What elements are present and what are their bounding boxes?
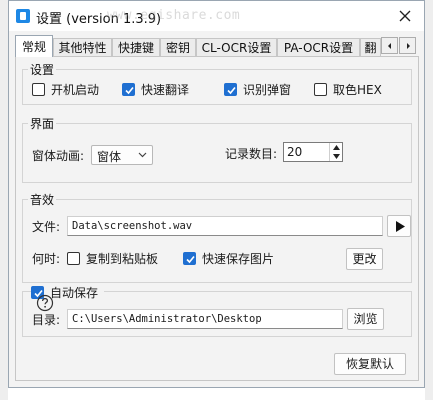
window-animation-value: 窗体 — [97, 150, 122, 164]
tab-cl-ocr-settings[interactable]: CL-OCR设置 — [196, 38, 277, 56]
window-animation-label: 窗体动画: — [32, 149, 85, 163]
copy-to-clipboard-label: 复制到粘贴板 — [86, 252, 159, 266]
sound-file-value: Data\screenshot.wav — [72, 220, 193, 232]
tab-shortcuts[interactable]: 快捷键 — [112, 38, 160, 56]
quick-translate-label: 快速翻译 — [141, 83, 190, 97]
check-icon — [125, 86, 134, 95]
record-count-spinner[interactable]: 20 — [283, 142, 343, 162]
window-animation-select[interactable]: 窗体 — [91, 145, 153, 165]
sound-group-title: 音效 — [28, 191, 57, 208]
autosave-dir-value: C:\Users\Administrator\Desktop — [72, 313, 262, 325]
pick-color-hex-checkbox-box[interactable] — [314, 83, 327, 96]
recognize-popup-checkbox-box[interactable] — [224, 83, 237, 96]
autosave-dir-label: 目录: — [32, 313, 61, 327]
tab-scroll-arrows — [381, 37, 417, 55]
browse-button[interactable]: 浏览 — [347, 308, 384, 330]
autostart-checkbox-box[interactable] — [32, 83, 45, 96]
change-sound-button[interactable]: 更改 — [346, 248, 383, 270]
sound-file-label: 文件: — [32, 220, 61, 234]
tab-bar: 常规 其他特性 快捷键 密钥 CL-OCR设置 PA-OCR设置 翻 — [15, 35, 420, 57]
tab-scroll-left-button[interactable] — [381, 37, 398, 54]
tab-scroll-right-button[interactable] — [399, 37, 416, 54]
spin-up-button[interactable] — [330, 143, 342, 152]
interface-group: 界面 窗体动画: 窗体 记录数目: 20 — [22, 115, 412, 183]
record-count-value: 20 — [287, 145, 303, 159]
title-bar[interactable]: 设置 (version 1.3.9) www.eqishare.com — [9, 1, 424, 31]
watermark-text: www.eqishare.com — [107, 8, 241, 23]
close-icon — [399, 10, 411, 22]
caret-down-icon — [333, 154, 340, 159]
record-count-spin-buttons — [329, 143, 342, 161]
copy-to-clipboard-checkbox-box[interactable] — [67, 252, 80, 265]
settings-group: 设置 开机启动 快速翻译 识别弹窗 取色HEX — [22, 61, 412, 105]
interface-group-title: 界面 — [28, 115, 57, 132]
settings-group-title: 设置 — [28, 61, 57, 78]
chevron-left-icon — [388, 43, 391, 49]
help-button[interactable] — [36, 294, 54, 312]
close-button[interactable] — [393, 4, 417, 28]
quick-translate-checkbox-box[interactable] — [122, 83, 135, 96]
sound-group: 音效 文件: Data\screenshot.wav 何时: 复制到粘贴板 快速… — [22, 191, 412, 283]
tab-content-general: 设置 开机启动 快速翻译 识别弹窗 取色HEX 界面 窗体动画: 窗体 记录数目… — [15, 56, 419, 381]
check-icon — [186, 255, 195, 264]
settings-window: 设置 (version 1.3.9) www.eqishare.com 常规 其… — [8, 0, 425, 388]
tab-translate[interactable]: 翻 — [360, 38, 381, 56]
quick-save-image-checkbox-box[interactable] — [183, 252, 196, 265]
tab-general[interactable]: 常规 — [15, 35, 53, 57]
app-icon — [16, 9, 30, 23]
spin-down-button[interactable] — [330, 152, 342, 161]
chevron-down-icon — [138, 152, 147, 158]
caret-up-icon — [333, 145, 340, 150]
tab-other-features[interactable]: 其他特性 — [53, 38, 112, 56]
tab-pa-ocr-settings[interactable]: PA-OCR设置 — [277, 38, 360, 56]
sound-file-input[interactable]: Data\screenshot.wav — [67, 216, 383, 236]
play-sound-button[interactable] — [387, 215, 411, 237]
pick-color-hex-label: 取色HEX — [333, 83, 382, 97]
chevron-right-icon — [407, 43, 410, 49]
play-icon — [396, 221, 405, 232]
record-count-label: 记录数目: — [225, 147, 278, 161]
autosave-group: 自动保存 目录: C:\Users\Administrator\Desktop … — [22, 285, 412, 337]
help-icon — [36, 294, 54, 312]
check-icon — [227, 86, 236, 95]
autosave-label: 自动保存 — [50, 286, 99, 300]
recognize-popup-label: 识别弹窗 — [243, 83, 292, 97]
background-left — [0, 0, 8, 400]
tab-keys[interactable]: 密钥 — [160, 38, 196, 56]
autostart-label: 开机启动 — [51, 83, 100, 97]
sound-when-label: 何时: — [32, 252, 61, 266]
autosave-dir-input[interactable]: C:\Users\Administrator\Desktop — [67, 309, 343, 329]
restore-defaults-button[interactable]: 恢复默认 — [334, 353, 406, 375]
quick-save-image-label: 快速保存图片 — [202, 252, 275, 266]
background-right — [425, 0, 433, 400]
